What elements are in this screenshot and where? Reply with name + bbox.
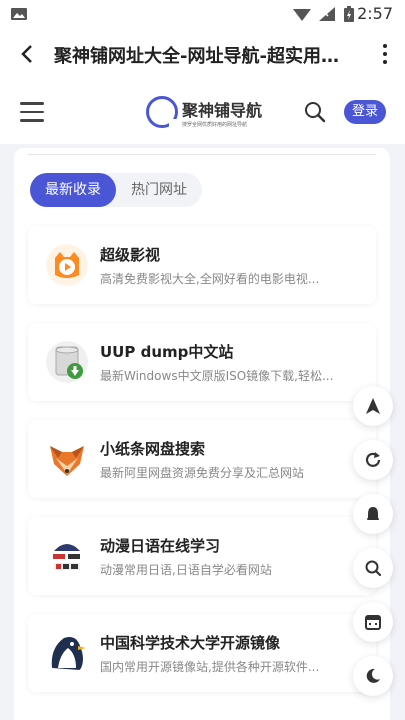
site-card[interactable]: 中国科学技术大学开源镜像 国内常用开源镜像站,提供各种开源软件... — [28, 614, 376, 692]
site-description: 国内常用开源镜像站,提供各种开源软件... — [100, 660, 320, 674]
orange-play-icon — [46, 244, 88, 286]
menu-icon[interactable] — [20, 102, 44, 122]
site-description: 高清免费影视大全,全网好看的电影电视... — [100, 272, 320, 286]
site-name: UUP dump中文站 — [100, 343, 234, 361]
site-description: 最新Windows中文原版ISO镜像下载,轻松... — [100, 369, 334, 383]
app-bar: 聚神铺网址大全-网址导航-超实用的... — [0, 28, 405, 80]
site-card[interactable]: UUP dump中文站 最新Windows中文原版ISO镜像下载,轻松... — [28, 323, 376, 401]
wifi-icon — [293, 9, 311, 21]
site-header: 聚神铺导航 搜罗全网优质好用的网址导航 登录 — [0, 80, 405, 144]
logo-name: 聚神铺导航 — [182, 100, 263, 120]
site-card[interactable]: 小纸条网盘搜索 最新阿里网盘资源免费分享及汇总网站 — [28, 420, 376, 498]
logo-tagline: 搜罗全网优质好用的网址导航 — [182, 121, 248, 128]
signal-icon — [319, 7, 335, 21]
status-bar: 2:57 — [0, 0, 405, 28]
dark-mode-icon[interactable] — [353, 656, 393, 696]
site-description: 动漫常用日语,日语自学必看网站 — [100, 563, 272, 577]
content-panel: 最新收录 热门网址 超级影视 高清免费影视大全,全网好看的电影电视... UUP… — [14, 148, 390, 720]
page-title: 聚神铺网址大全-网址导航-超实用的... — [54, 46, 354, 67]
more-options-icon[interactable] — [381, 42, 389, 66]
divider — [28, 154, 376, 155]
site-logo[interactable]: 聚神铺导航 搜罗全网优质好用的网址导航 — [146, 94, 262, 130]
fox-icon — [46, 438, 88, 480]
disk-download-icon — [46, 341, 88, 383]
search-icon[interactable] — [303, 100, 327, 124]
site-name: 中国科学技术大学开源镜像 — [100, 634, 281, 652]
site-name: 动漫日语在线学习 — [100, 537, 221, 555]
penguin-icon — [46, 632, 88, 674]
site-name: 超级影视 — [100, 246, 161, 264]
login-button[interactable]: 登录 — [344, 100, 386, 124]
battery-icon — [344, 6, 354, 22]
navigate-icon[interactable] — [353, 386, 393, 426]
back-arrow-icon[interactable] — [16, 40, 40, 68]
tab-bar: 最新收录 热门网址 — [30, 173, 202, 207]
site-card[interactable]: 超级影视 高清免费影视大全,全网好看的电影电视... — [28, 226, 376, 304]
site-card[interactable]: 动漫日语在线学习 动漫常用日语,日语自学必看网站 — [28, 517, 376, 595]
logo-mark-icon — [146, 96, 179, 129]
image-notification-icon — [11, 8, 27, 20]
notification-icon[interactable] — [353, 494, 393, 534]
site-name: 小纸条网盘搜索 — [100, 440, 206, 458]
site-description: 最新阿里网盘资源免费分享及汇总网站 — [100, 466, 305, 480]
status-time: 2:57 — [357, 4, 393, 23]
calendar-icon[interactable] — [353, 602, 393, 642]
refresh-icon[interactable] — [353, 440, 393, 480]
tab-popular[interactable]: 热门网址 — [116, 173, 202, 207]
anime-japanese-icon — [46, 535, 88, 577]
search-icon[interactable] — [353, 548, 393, 588]
tab-latest[interactable]: 最新收录 — [30, 173, 116, 207]
